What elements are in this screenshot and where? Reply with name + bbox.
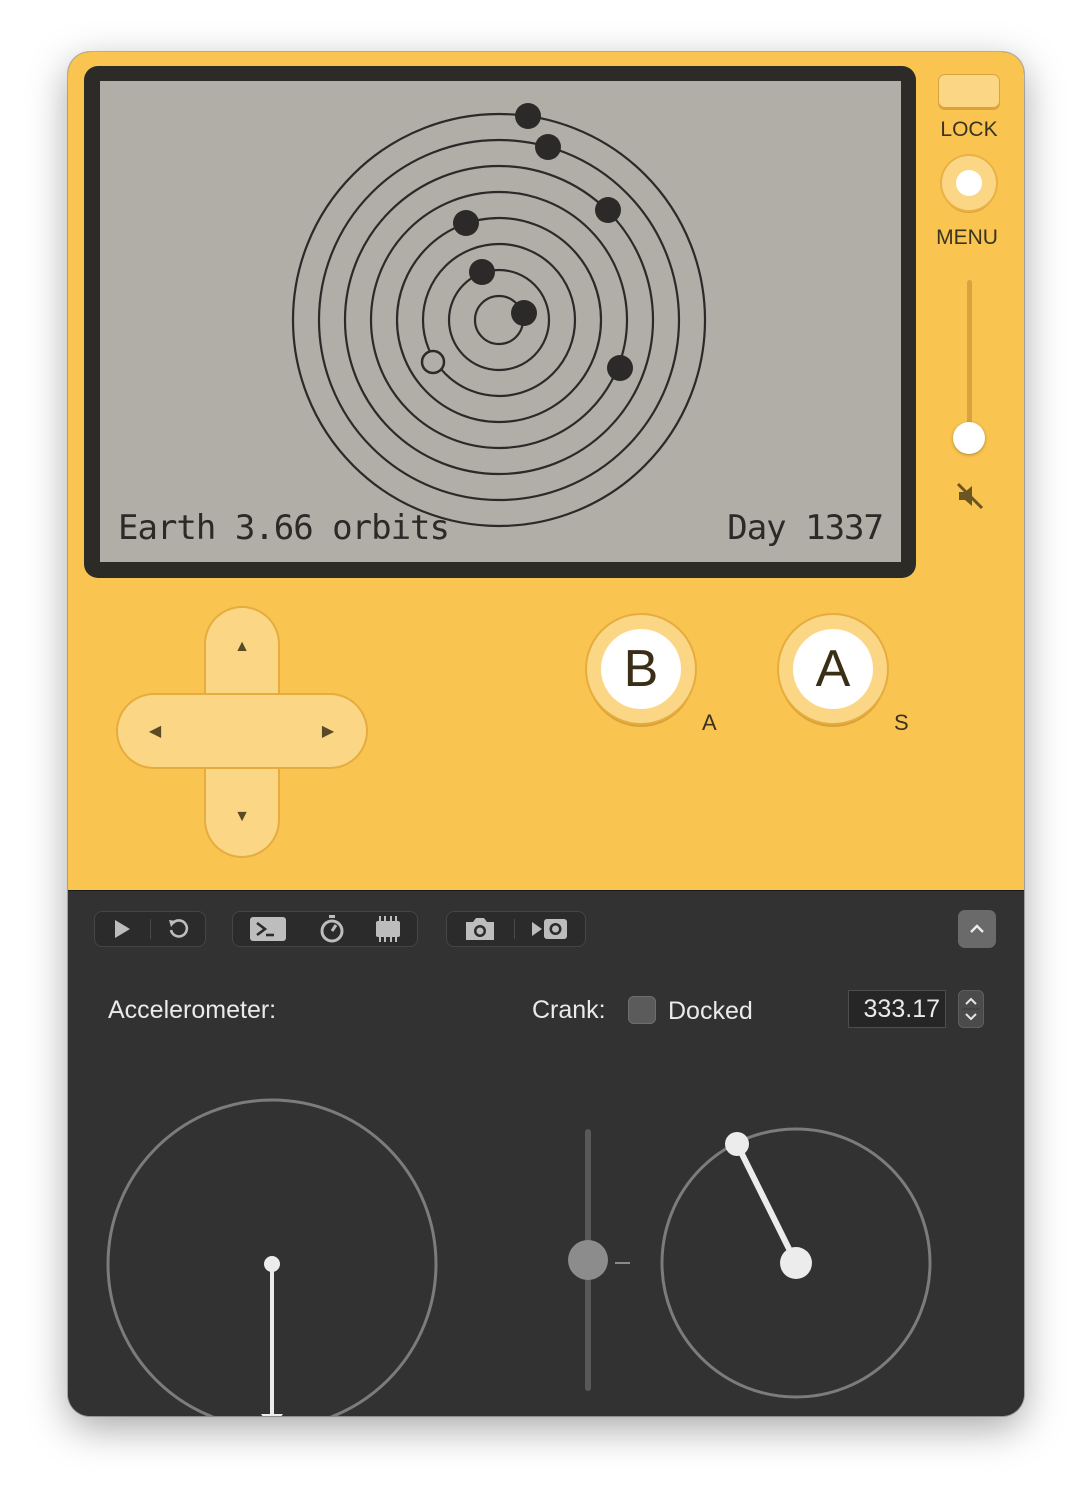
console-icon	[250, 917, 286, 941]
chevron-up-icon	[970, 924, 984, 933]
controls-panel: Accelerometer: Crank: Docked 333.17	[68, 971, 1024, 1416]
tools-group	[232, 911, 418, 947]
orbit-ring	[291, 112, 707, 528]
dpad-left-button[interactable]: ◀	[140, 717, 170, 747]
menu-button-dot	[956, 170, 982, 196]
planet	[453, 210, 479, 236]
simulator-toolbar	[68, 890, 1024, 972]
toolbar-divider	[514, 919, 515, 939]
stopwatch-button[interactable]	[304, 911, 360, 947]
crank-arm	[734, 1141, 799, 1266]
screenshot-button[interactable]	[452, 911, 508, 947]
dpad-down-button[interactable]: ▼	[227, 802, 257, 832]
crank-pivot	[780, 1247, 812, 1279]
collapse-panel-button[interactable]	[958, 910, 996, 948]
planet	[469, 259, 495, 285]
console-button[interactable]	[240, 911, 296, 947]
b-button-key-hint: A	[702, 710, 717, 735]
device-screen: Earth 3.66 orbits Day 1337	[100, 81, 901, 562]
camera-icon	[466, 918, 494, 940]
volume-slider-knob[interactable]	[953, 422, 985, 454]
crank-slider-knob	[568, 1240, 608, 1280]
planet	[607, 355, 633, 381]
orbit-ring	[421, 242, 577, 398]
record-video-button[interactable]	[522, 911, 578, 947]
lock-button[interactable]	[938, 74, 1000, 108]
crank-handle	[725, 1132, 749, 1156]
restart-icon	[169, 919, 189, 938]
orbit-ring	[395, 216, 603, 424]
dpad-right-button[interactable]: ▶	[313, 717, 343, 747]
planet	[595, 197, 621, 223]
b-button-label: B	[601, 629, 681, 709]
accelerometer-handle	[264, 1256, 280, 1272]
lock-label: LOCK	[940, 118, 998, 141]
a-button-key-hint: S	[894, 710, 909, 735]
menu-button[interactable]	[942, 156, 996, 210]
device-info-button[interactable]	[360, 911, 416, 947]
capture-group	[446, 911, 586, 947]
mute-icon	[956, 482, 984, 510]
planet-earth	[420, 349, 446, 375]
restart-button[interactable]	[150, 911, 206, 947]
menu-label: MENU	[936, 226, 998, 249]
accelerometer-arrowhead	[261, 1414, 283, 1416]
chip-icon	[376, 916, 400, 942]
orbit-count-text: Earth 3.66 orbits	[118, 508, 450, 548]
playback-group	[94, 911, 206, 947]
orbit-rings	[291, 112, 707, 528]
b-button[interactable]: B	[587, 615, 695, 723]
dpad-up-button[interactable]: ▲	[227, 632, 257, 662]
a-button[interactable]: A	[779, 615, 887, 723]
orbit-ring	[369, 190, 629, 450]
planet	[515, 103, 541, 129]
screen-bezel: Earth 3.66 orbits Day 1337	[84, 66, 916, 578]
playdate-simulator-window: Earth 3.66 orbits Day 1337 LOCK MENU ▲ ▼…	[68, 52, 1024, 1416]
orbit-display	[291, 103, 707, 528]
play-icon	[115, 920, 130, 938]
record-video-icon	[532, 919, 567, 939]
orbit-ring	[317, 138, 681, 502]
stopwatch-icon	[320, 915, 344, 943]
day-counter-text: Day 1337	[727, 508, 884, 548]
a-button-label: A	[793, 629, 873, 709]
device-body: Earth 3.66 orbits Day 1337 LOCK MENU ▲ ▼…	[68, 52, 1024, 890]
controls-canvas	[106, 1098, 932, 1416]
play-button[interactable]	[94, 911, 150, 947]
dpad-center	[207, 696, 277, 766]
planet	[535, 134, 561, 160]
planet	[511, 300, 537, 326]
volume-slider-track[interactable]	[967, 280, 972, 440]
